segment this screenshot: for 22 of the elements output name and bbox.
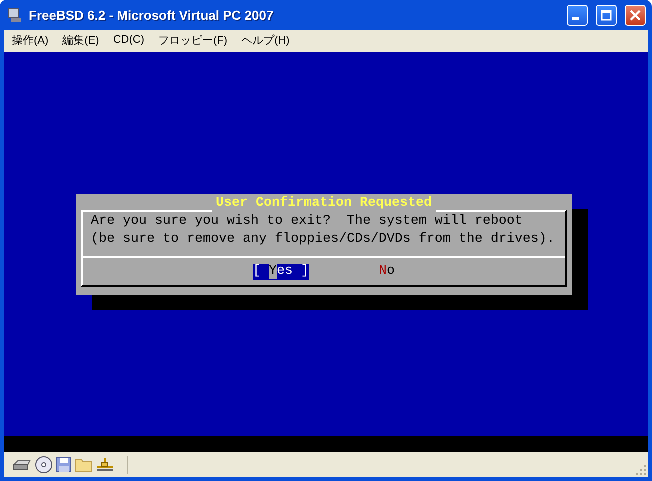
close-button[interactable]: [625, 4, 646, 26]
menu-item[interactable]: フロッピー(F): [152, 32, 234, 48]
menu-item[interactable]: 編集(E): [56, 32, 106, 48]
dialog-message: Are you sure you wish to exit? The system will reboot: [90, 213, 524, 230]
maximize-button[interactable]: [596, 4, 617, 26]
network-icon[interactable]: [96, 456, 114, 472]
menu-item[interactable]: ヘルプ(H): [236, 32, 296, 48]
window-title: FreeBSD 6.2 - Microsoft Virtual PC 2007: [29, 8, 275, 22]
close-icon: [630, 10, 641, 20]
dialog-button[interactable]: No: [379, 264, 395, 280]
minimize-icon: [572, 16, 579, 20]
floppy-icon[interactable]: [56, 456, 72, 472]
resize-grip-icon[interactable]: [635, 464, 647, 476]
maximize-icon: [601, 10, 612, 20]
app-icon: [7, 7, 23, 23]
dialog-button[interactable]: [ Yes ]: [253, 264, 309, 280]
minimize-button[interactable]: [567, 4, 588, 26]
dialog-message: (be sure to remove any floppies/CDs/DVDs from the drives).: [90, 231, 556, 248]
menu-item[interactable]: CD(C): [107, 33, 151, 47]
disc-icon[interactable]: [35, 456, 53, 474]
dialog-title: User Confirmation Requested: [215, 196, 433, 212]
menu-item[interactable]: 操作(A): [6, 32, 55, 48]
